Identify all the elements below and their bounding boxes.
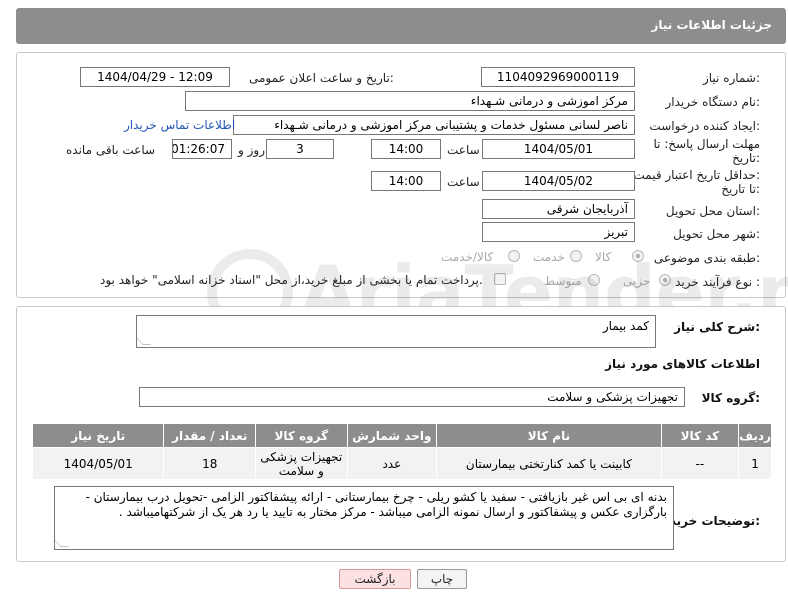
deadline-time-label: ساعت (447, 143, 480, 157)
col-code-header: کد کالا (660, 423, 740, 448)
goods-group-field[interactable]: تجهیزات پزشکی و سلامت (139, 387, 685, 407)
treasury-checkbox[interactable] (494, 273, 506, 285)
cell-code: -- (660, 447, 740, 480)
goods-section-title: اطلاعات کالاهای مورد نیاز (605, 357, 760, 371)
buyer-notes-value: بدنه ای بی اس غیر بازیافتی - سفید یا کشو… (85, 490, 667, 519)
deadline-label-2: تاریخ: (732, 151, 760, 165)
remaining-time-field[interactable]: 01:26:07 (172, 139, 232, 159)
min-validity-label-1: حداقل تاریخ اعتبار قیمت: (633, 168, 760, 182)
col-unit-header: واحد شمارش (346, 423, 438, 448)
buyer-notes-field[interactable]: بدنه ای بی اس غیر بازیافتی - سفید یا کشو… (54, 486, 674, 550)
description-field[interactable]: کمد بیمار (136, 315, 656, 348)
col-qty-header: تعداد / مقدار (163, 423, 256, 448)
buyer-org-label: نام دستگاه خریدار: (665, 95, 761, 109)
city-label: شهر محل تحویل: (673, 227, 760, 241)
process-medium-radio[interactable] (588, 274, 600, 286)
cell-row: 1 (738, 447, 772, 480)
min-validity-label-2: تا تاریخ: (721, 182, 760, 196)
process-minor-radio[interactable] (659, 274, 671, 286)
buyer-org-field[interactable]: مرکز اموزشی و درمانی شـهداء (185, 91, 635, 111)
announce-datetime-field[interactable]: 1404/04/29 - 12:09 (80, 67, 230, 87)
days-label: روز و (238, 143, 265, 157)
col-name-header: نام کالا (436, 423, 662, 448)
category-service-label: خدمت (533, 250, 565, 264)
validity-time-field[interactable]: 14:00 (371, 171, 441, 191)
cell-group: تجهیزات پزشکی و سلامت (254, 447, 348, 480)
process-label: نوع فرآیند خرید : (675, 275, 760, 289)
creator-field[interactable]: ناصر لسانی مسئول خدمات و پشتیبانی مرکز ا… (233, 115, 635, 135)
need-number-field[interactable]: 1104092969000119 (481, 67, 635, 87)
remaining-days-field[interactable]: 3 (266, 139, 334, 159)
cell-qty: 18 (163, 447, 256, 480)
creator-label: ایجاد کننده درخواست: (649, 119, 760, 133)
deadline-label-1: مهلت ارسال پاسخ: تا (653, 137, 760, 151)
table-row: 1 -- کابینت یا کمد کنارتختی بیمارستان عد… (31, 447, 772, 480)
deadline-date-field[interactable]: 1404/05/01 (482, 139, 635, 159)
announce-label: تاریخ و ساعت اعلان عمومی: (249, 71, 394, 85)
province-label: استان محل تحویل: (665, 204, 760, 218)
description-value: کمد بیمار (602, 319, 649, 333)
announce-datetime-value: 1404/04/29 - 12:09 (97, 70, 213, 84)
remaining-label: ساعت باقی مانده (66, 143, 156, 157)
process-medium-label: متوسط (544, 274, 582, 288)
cell-date: 1404/05/01 (31, 447, 165, 480)
buyer-contact-link[interactable]: اطلاعات تماس خریدار (124, 118, 235, 132)
category-goods-radio[interactable] (632, 250, 644, 262)
goods-table: ردیف کد کالا نام کالا واحد شمارش گروه کا… (31, 423, 772, 480)
need-number-label: شماره نیاز: (702, 71, 760, 85)
category-goods-service-label: کالا/خدمت (441, 250, 494, 264)
resize-grip-icon[interactable] (137, 337, 151, 345)
col-group-header: گروه کالا (254, 423, 348, 448)
description-label: شرح کلی نیاز: (674, 320, 760, 334)
city-field[interactable]: تبریز (482, 222, 635, 242)
category-goods-service-radio[interactable] (508, 250, 520, 262)
col-row-header: ردیف (738, 423, 772, 448)
cell-unit: عدد (346, 447, 438, 480)
resize-grip-icon[interactable] (55, 539, 69, 547)
page-title: جزئیات اطلاعات نیاز (651, 18, 772, 32)
category-service-radio[interactable] (570, 250, 582, 262)
category-label: طبقه بندی موضوعی: (653, 251, 760, 265)
col-date-header: تاریخ نیاز (31, 423, 165, 448)
payment-note: پرداخت تمام یا بخشی از مبلغ خرید،از محل … (100, 273, 483, 287)
category-goods-label: کالا (595, 250, 612, 264)
print-button[interactable]: چاپ (417, 569, 467, 589)
deadline-time-field[interactable]: 14:00 (371, 139, 441, 159)
page-header: جزئیات اطلاعات نیاز (16, 8, 786, 44)
goods-table-header-row: ردیف کد کالا نام کالا واحد شمارش گروه کا… (31, 423, 772, 448)
validity-time-label: ساعت (447, 175, 480, 189)
validity-date-field[interactable]: 1404/05/02 (482, 171, 635, 191)
goods-group-label: گروه کالا: (701, 391, 760, 405)
province-field[interactable]: آذربایجان شرقی (482, 199, 635, 219)
cell-name: کابینت یا کمد کنارتختی بیمارستان (436, 447, 662, 480)
back-button[interactable]: بازگشت (339, 569, 411, 589)
process-minor-label: جزیی (623, 274, 651, 288)
